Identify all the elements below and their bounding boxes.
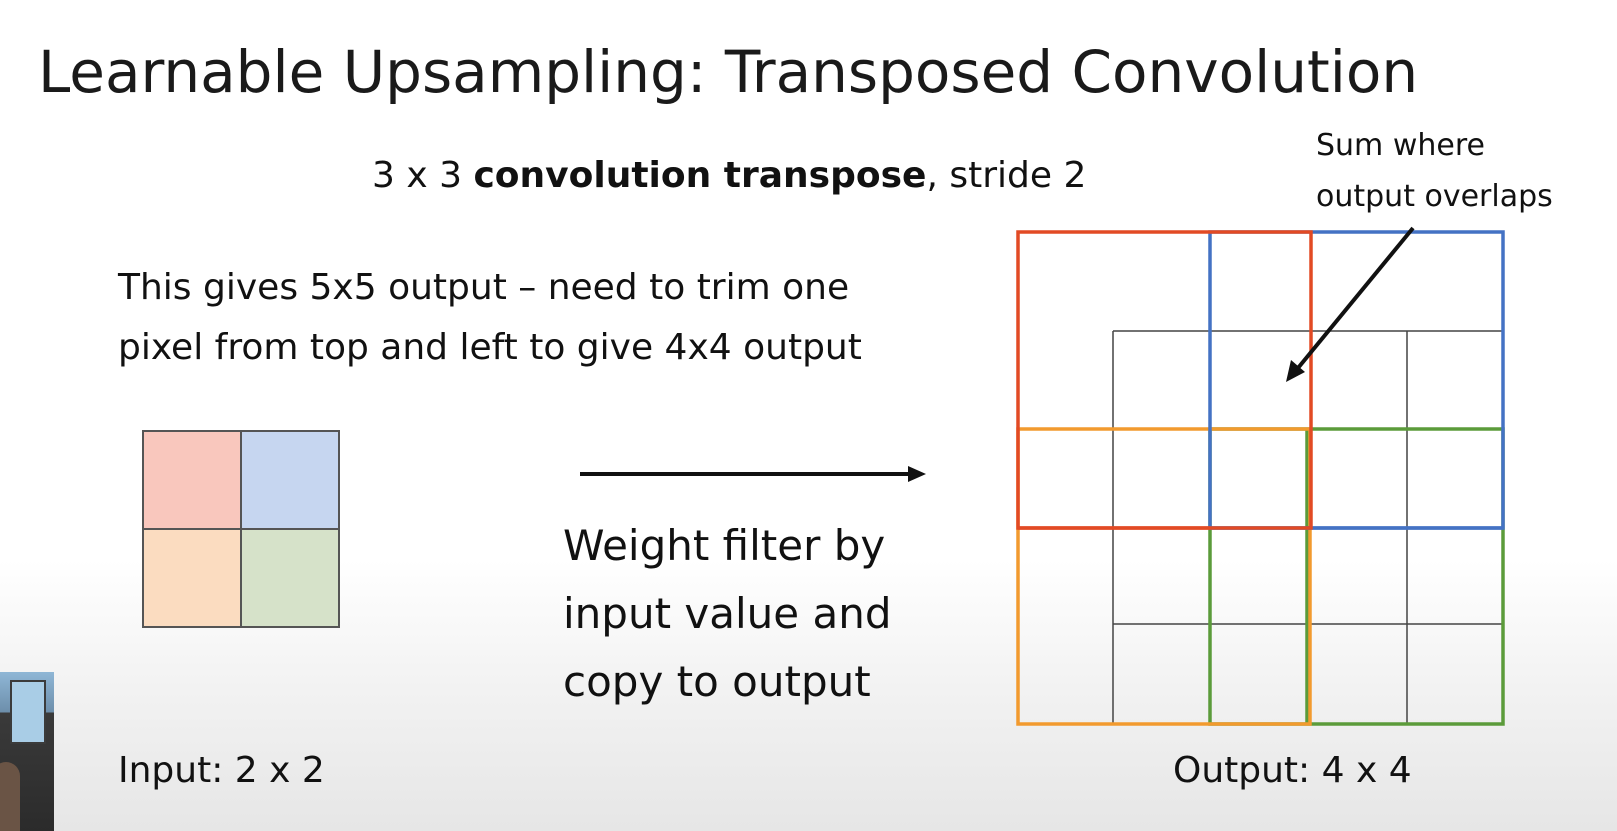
output-inner-grid [1112, 330, 1503, 724]
slide-title: Learnable Upsampling: Transposed Convolu… [38, 38, 1419, 106]
red-filter-region [1016, 230, 1313, 530]
callout-arrow-shaft [1296, 226, 1415, 370]
slide: Learnable Upsampling: Transposed Convolu… [0, 0, 1617, 831]
input-cell-top-left [143, 431, 241, 529]
orange-filter-region [1016, 427, 1312, 726]
trim-note-line-2: pixel from top and left to give 4x4 outp… [118, 327, 862, 368]
subtitle: 3 x 3 convolution transpose, stride 2 [372, 155, 1086, 196]
process-description: Weight filter by input value and copy to… [563, 512, 891, 716]
process-arrow-head [908, 466, 926, 482]
process-line-1: Weight filter by [563, 521, 886, 570]
trim-note: This gives 5x5 output – need to trim one… [118, 258, 862, 378]
output-label: Output: 4 x 4 [1173, 750, 1412, 791]
input-label: Input: 2 x 2 [118, 750, 325, 791]
process-line-3: copy to output [563, 657, 871, 706]
input-cell-bottom-right [241, 529, 339, 627]
subtitle-prefix: 3 x 3 [372, 155, 474, 196]
speaker-video-thumbnail [0, 672, 54, 831]
process-line-2: input value and [563, 589, 892, 638]
thumbnail-board [10, 680, 46, 744]
thumbnail-person [0, 762, 20, 831]
input-grid [142, 430, 340, 628]
subtitle-bold: convolution transpose [473, 155, 927, 196]
subtitle-suffix: , stride 2 [926, 155, 1087, 196]
overlap-callout-line-1: Sum where [1316, 128, 1485, 163]
blue-filter-region [1208, 230, 1505, 530]
green-filter-region [1208, 427, 1505, 726]
overlap-callout-line-2: output overlaps [1316, 179, 1553, 214]
input-cell-bottom-left [143, 529, 241, 627]
overlap-callout: Sum where output overlaps [1316, 120, 1553, 222]
callout-arrow-head [1286, 360, 1305, 382]
input-cell-top-right [241, 431, 339, 529]
trim-note-line-1: This gives 5x5 output – need to trim one [118, 267, 850, 308]
